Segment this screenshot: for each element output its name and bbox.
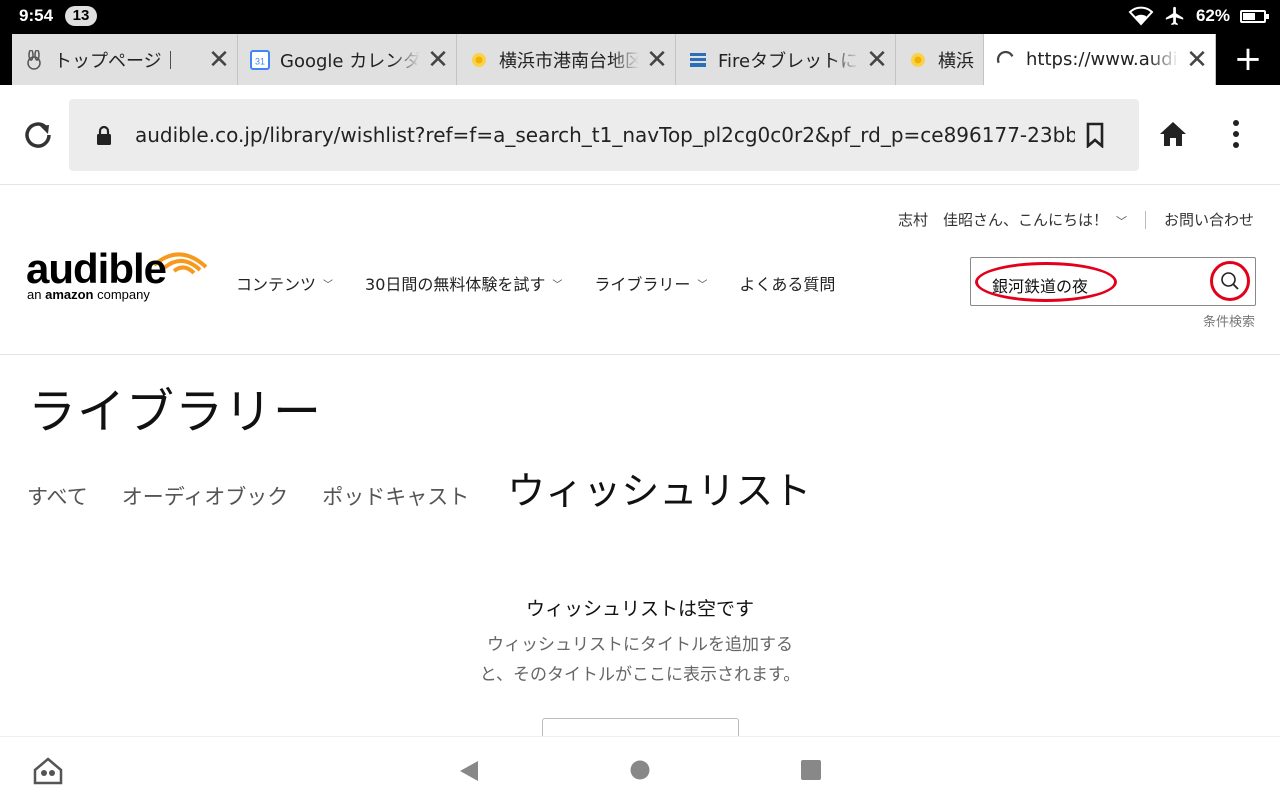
recents-icon[interactable] [800, 759, 822, 781]
tab-title: Fireタブレットに [718, 50, 859, 72]
audible-logo[interactable]: audible an amazon company [26, 239, 208, 305]
new-tab-button[interactable]: + [1216, 34, 1280, 85]
tab-title: https://www.audible [1026, 49, 1179, 70]
tab-podcasts[interactable]: ポッドキャスト [322, 481, 469, 511]
logo-sub: an amazon company [27, 287, 150, 302]
divider [1144, 210, 1146, 229]
browser-tab[interactable]: 横浜市港南台地区 ✕ [457, 34, 676, 85]
annotation-circle [1210, 261, 1250, 301]
address-bar[interactable]: audible.co.jp/library/wishlist?ref=f=a_s… [69, 99, 1139, 171]
empty-state-title: ウィッシュリストは空です [525, 598, 754, 620]
lock-icon [97, 125, 111, 145]
contact-link[interactable]: お問い合わせ [1164, 209, 1254, 230]
wifi-icon [1128, 6, 1154, 26]
plus-icon: + [1233, 39, 1263, 79]
svg-text:31: 31 [255, 56, 265, 66]
close-icon[interactable]: ✕ [420, 45, 456, 75]
tab-wishlist[interactable]: ウィッシュリスト [507, 460, 811, 515]
browser-tab[interactable]: トップページ｜ ✕ [12, 34, 238, 85]
battery-icon [1240, 9, 1269, 23]
chevron-down-icon: ﹀ [323, 279, 334, 291]
tab-audiobooks[interactable]: オーディオブック [122, 481, 289, 511]
google-calendar-icon: 31 [250, 49, 270, 70]
browser-tab[interactable]: Fireタブレットに ✕ [676, 34, 896, 85]
browser-tab-active[interactable]: https://www.audible ✕ [984, 34, 1216, 85]
loading-spinner-icon [996, 50, 1016, 70]
sun-icon [469, 50, 489, 70]
home-circle-icon[interactable] [629, 759, 651, 781]
browser-tab[interactable]: 横浜 [896, 34, 984, 85]
status-icons: 62% [1128, 5, 1269, 27]
main-nav: コンテンツ ﹀ 30日間の無料体験を試す ﹀ ライブラリー ﹀ よくある質問 [236, 271, 867, 295]
chevron-down-icon: ﹀ [1115, 215, 1127, 228]
user-row: 志村 佳昭さん、こんにちは！ ﹀ お問い合わせ [898, 209, 1254, 230]
system-nav-bar [0, 736, 1280, 800]
page-title: ライブラリー [28, 384, 323, 440]
close-icon[interactable]: ✕ [639, 45, 675, 75]
tab-all[interactable]: すべて [27, 481, 88, 511]
chevron-down-icon: ﹀ [552, 279, 563, 291]
close-icon[interactable]: ✕ [201, 45, 237, 75]
reload-button[interactable] [18, 115, 58, 155]
back-icon[interactable] [458, 759, 480, 783]
chevron-down-icon: ﹀ [697, 279, 708, 291]
url-text[interactable]: audible.co.jp/library/wishlist?ref=f=a_s… [135, 123, 1075, 147]
browser-toolbar: audible.co.jp/library/wishlist?ref=f=a_s… [0, 85, 1280, 185]
tab-title: 横浜 [938, 50, 974, 72]
account-menu[interactable]: 志村 佳昭さん、こんにちは！ ﹀ [898, 209, 1127, 230]
close-icon[interactable]: ✕ [859, 45, 895, 75]
browser-tab[interactable]: 31 Google カレンダー ✕ [238, 34, 457, 85]
logo-word: audible [26, 245, 167, 292]
clock: 9:54 [19, 6, 54, 25]
tab-title: Google カレンダー [280, 50, 420, 72]
tab-title: 横浜市港南台地区 [499, 50, 639, 72]
battery-fill [1243, 12, 1256, 20]
nav-item-contents[interactable]: コンテンツ ﹀ [236, 271, 333, 295]
close-icon[interactable]: ✕ [1179, 45, 1215, 75]
empty-state-description: ウィッシュリストにタイトルを追加する と、そのタイトルがここに表示されます。 [479, 635, 801, 685]
site-header: 志村 佳昭さん、こんにちは！ ﹀ お問い合わせ audible an amazon… [0, 185, 1280, 355]
advanced-search-link[interactable]: 条件検索 [1203, 311, 1255, 330]
home-apps-icon[interactable] [33, 757, 63, 785]
nav-item-library[interactable]: ライブラリー ﹀ [594, 271, 707, 295]
tab-title: トップページ｜ [54, 50, 180, 72]
more-vert-icon[interactable] [1226, 118, 1246, 150]
home-icon[interactable] [1158, 120, 1188, 148]
reload-icon [25, 122, 51, 148]
rabbit-icon [24, 49, 44, 70]
library-tabs: すべて オーディオブック ポッドキャスト ウィッシュリスト [27, 460, 845, 515]
nav-item-faq[interactable]: よくある質問 [739, 271, 835, 295]
site-icon [688, 50, 708, 70]
annotation-circle [975, 262, 1117, 302]
sun-icon [908, 50, 928, 70]
airplane-mode-icon [1165, 6, 1184, 26]
notification-badge: 13 [65, 6, 97, 26]
tab-strip: トップページ｜ ✕ 31 Google カレンダー ✕ 横浜市港南台地区 ✕ F… [0, 32, 1280, 85]
bookmark-icon[interactable] [1085, 122, 1105, 148]
battery-percent: 62% [1195, 6, 1230, 25]
greeting: 志村 佳昭さん、こんにちは！ [897, 211, 1108, 229]
status-bar: 9:54 13 62% [0, 0, 1280, 32]
nav-item-free-trial[interactable]: 30日間の無料体験を試す ﹀ [365, 271, 562, 295]
